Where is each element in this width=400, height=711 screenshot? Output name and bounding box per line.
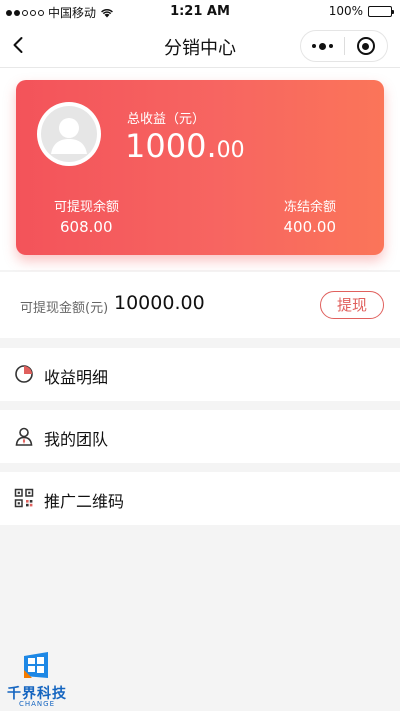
- menu-item-promo-qrcode[interactable]: 推广二维码: [0, 472, 400, 525]
- mini-program-capsule: [300, 30, 388, 62]
- menu-item-label: 我的团队: [44, 430, 109, 449]
- watermark-logo: 千界科技 CHANGE: [2, 650, 72, 708]
- withdrawable-amount-value: 10000.00: [114, 292, 205, 314]
- menu-item-label: 收益明细: [44, 368, 109, 387]
- available-balance-label: 可提现余额: [54, 200, 120, 215]
- status-bar: 中国移动 1:21 AM 100%: [0, 0, 400, 22]
- watermark-subtitle: CHANGE: [18, 700, 56, 708]
- total-earnings-decimal: 00: [216, 138, 245, 163]
- pie-chart-icon: [15, 365, 33, 383]
- battery-percent: 100%: [328, 4, 363, 18]
- withdraw-button[interactable]: 提现: [320, 291, 384, 319]
- total-earnings-value: 1000.00: [125, 127, 245, 165]
- menu-item-label: 推广二维码: [44, 492, 125, 511]
- available-balance-value: 608.00: [60, 218, 113, 236]
- nav-bar: 分销中心: [0, 22, 400, 68]
- window-logo-icon: [24, 652, 48, 678]
- total-earnings-label: 总收益（元）: [127, 112, 206, 127]
- withdraw-row: 可提现金额(元) 10000.00 提现: [0, 272, 400, 338]
- target-icon: [356, 37, 375, 55]
- battery-icon: [368, 5, 394, 17]
- avatar[interactable]: [37, 102, 101, 166]
- frozen-balance-value: 400.00: [283, 218, 337, 236]
- frozen-balance-label: 冻结余额: [283, 200, 336, 215]
- more-button[interactable]: [301, 42, 344, 50]
- user-icon: [15, 427, 33, 446]
- default-avatar-icon: [41, 106, 97, 162]
- close-mini-program-button[interactable]: [344, 37, 387, 55]
- menu-item-earnings-detail[interactable]: 收益明细: [0, 348, 400, 401]
- menu-item-my-team[interactable]: 我的团队: [0, 410, 400, 463]
- earnings-section: 总收益（元） 1000.00 可提现余额 608.00 冻结余额 400.00: [0, 68, 400, 270]
- qr-code-icon: [14, 488, 34, 508]
- earnings-card: 总收益（元） 1000.00 可提现余额 608.00 冻结余额 400.00: [16, 80, 384, 255]
- withdrawable-amount-label: 可提现金额(元): [20, 301, 109, 316]
- status-right: 100%: [328, 4, 394, 18]
- total-earnings-integer: 1000.: [125, 127, 217, 165]
